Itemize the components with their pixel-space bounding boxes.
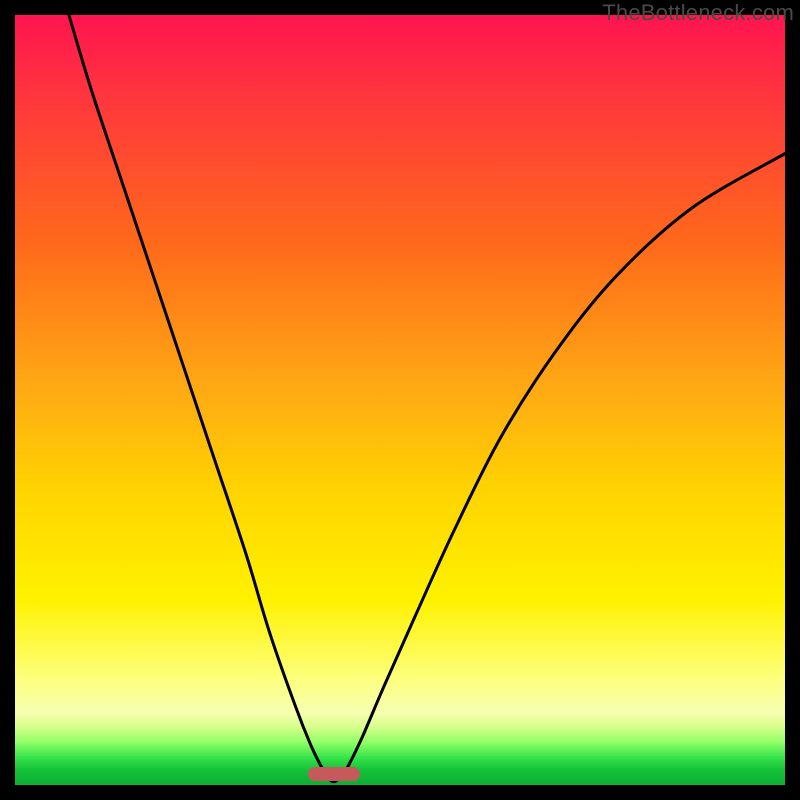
watermark-text: TheBottleneck.com bbox=[602, 0, 794, 26]
chart-frame bbox=[15, 15, 785, 785]
bottleneck-curve bbox=[15, 15, 785, 785]
plot-area bbox=[15, 15, 785, 785]
bottleneck-marker bbox=[308, 767, 360, 781]
